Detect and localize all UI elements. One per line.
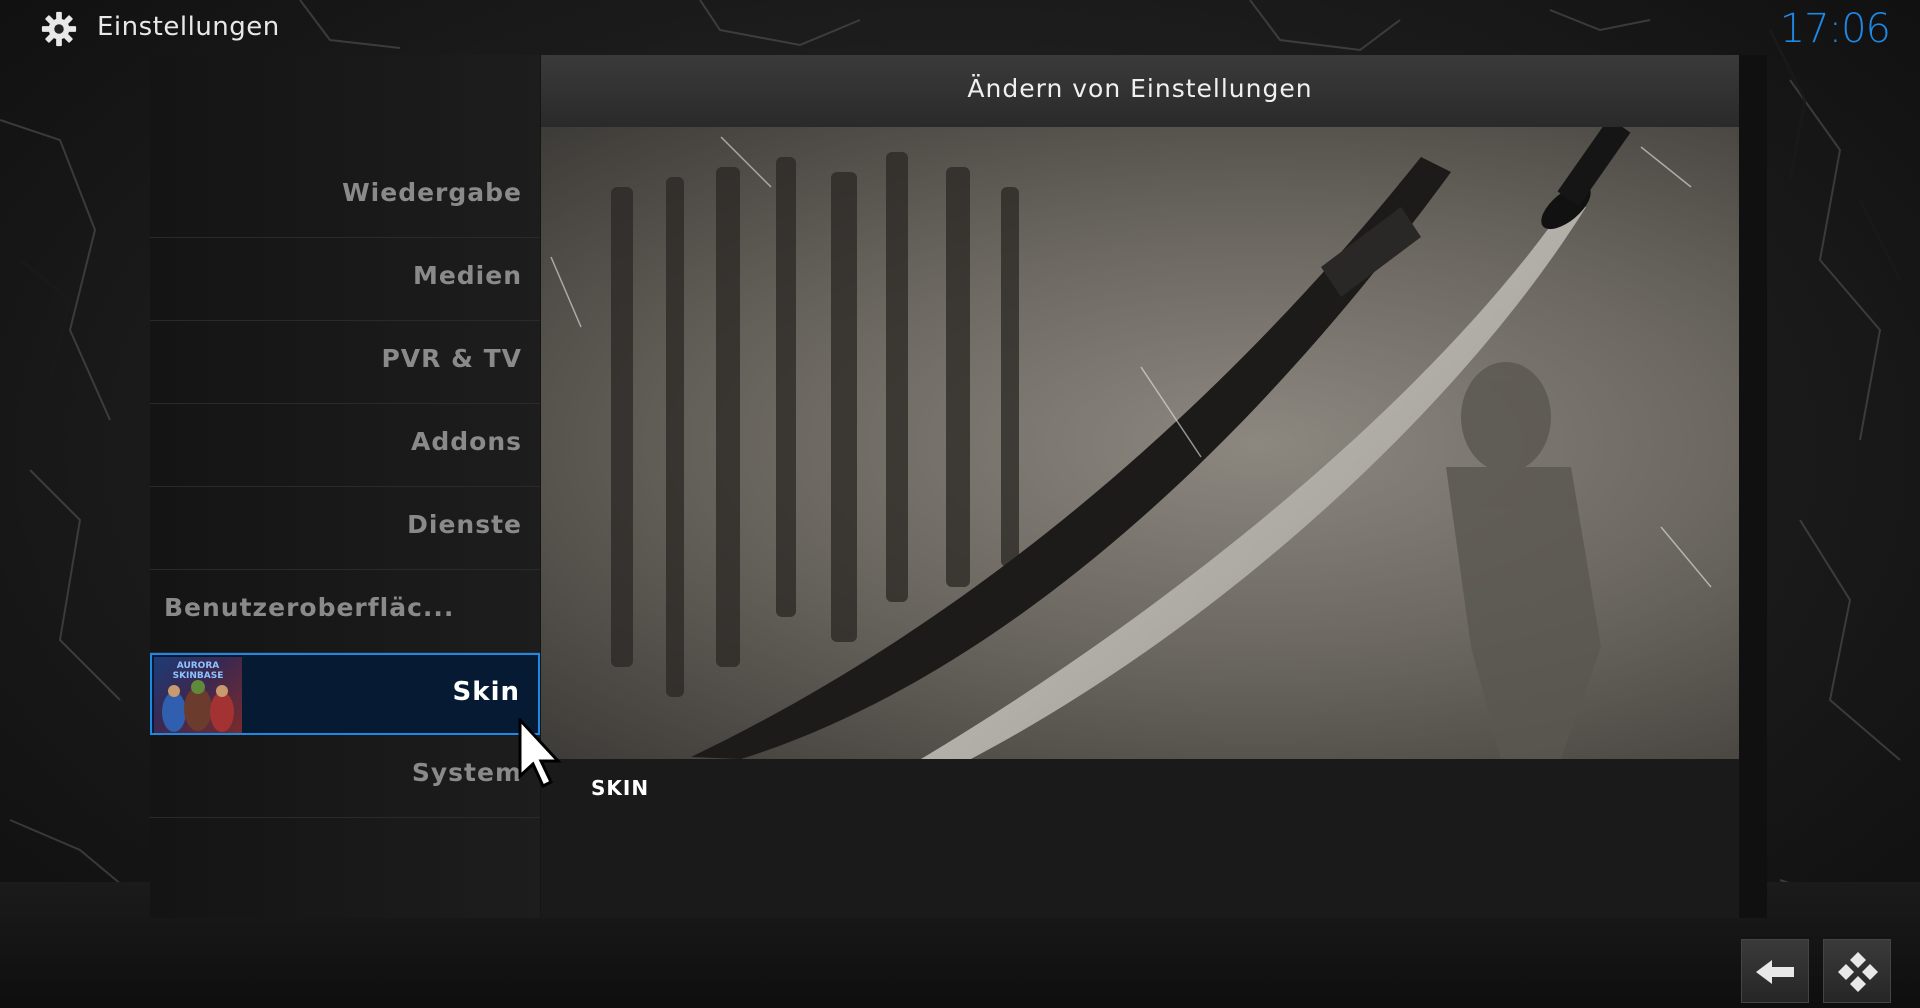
header: Einstellungen 17:06 [0,0,1920,56]
page-title: Einstellungen [97,12,280,42]
sidebar-item-label: Medien [412,261,522,290]
sidebar-item-label: Benutzeroberfläc... [164,593,455,622]
sidebar-item-label: Addons [411,427,522,456]
scrollbar-track[interactable] [1739,55,1767,918]
sidebar-item-medien[interactable]: Medien [150,239,540,321]
sidebar-item-dienste[interactable]: Dienste [150,488,540,570]
kodi-menu-button[interactable] [1823,939,1891,1003]
skin-thumbnail: AURORA SKINBASE [154,657,242,733]
sidebar-item-pvr-tv[interactable]: PVR & TV [150,322,540,404]
sidebar-item-benutzeroberflaeche[interactable]: Benutzeroberfläc... [150,571,540,653]
sidebar-item-system[interactable]: System [150,736,540,818]
samurai-sword-artwork [550,127,1712,759]
sidebar-item-label: System [411,758,522,787]
content-title: Ändern von Einstellungen [967,74,1313,103]
clock: 17:06 [1779,6,1891,52]
skin-fanart-image [541,127,1739,759]
kodi-settings-screen: Einstellungen 17:06 Wiedergabe Medien PV… [0,0,1920,1008]
mouse-cursor-icon [518,718,562,789]
back-arrow-icon [1756,960,1794,984]
sidebar-item-label: Dienste [407,510,522,539]
sidebar-item-label: PVR & TV [381,344,522,373]
sidebar-item-label: Wiedergabe [342,178,522,207]
kodi-logo-icon [1838,952,1878,992]
skin-thumbnail-text: AURORA SKINBASE [172,661,224,681]
back-button[interactable] [1741,939,1809,1003]
info-area: SKIN [541,759,1739,918]
content-header: Ändern von Einstellungen [541,55,1739,127]
sidebar-item-addons[interactable]: Addons [150,405,540,487]
info-label: SKIN [591,776,650,800]
gear-icon [41,11,77,47]
sidebar-item-skin[interactable]: AURORA SKINBASE Skin [150,653,540,735]
sidebar-item-wiedergabe[interactable]: Wiedergabe [150,156,540,238]
sidebar-item-label: Skin [452,677,520,707]
